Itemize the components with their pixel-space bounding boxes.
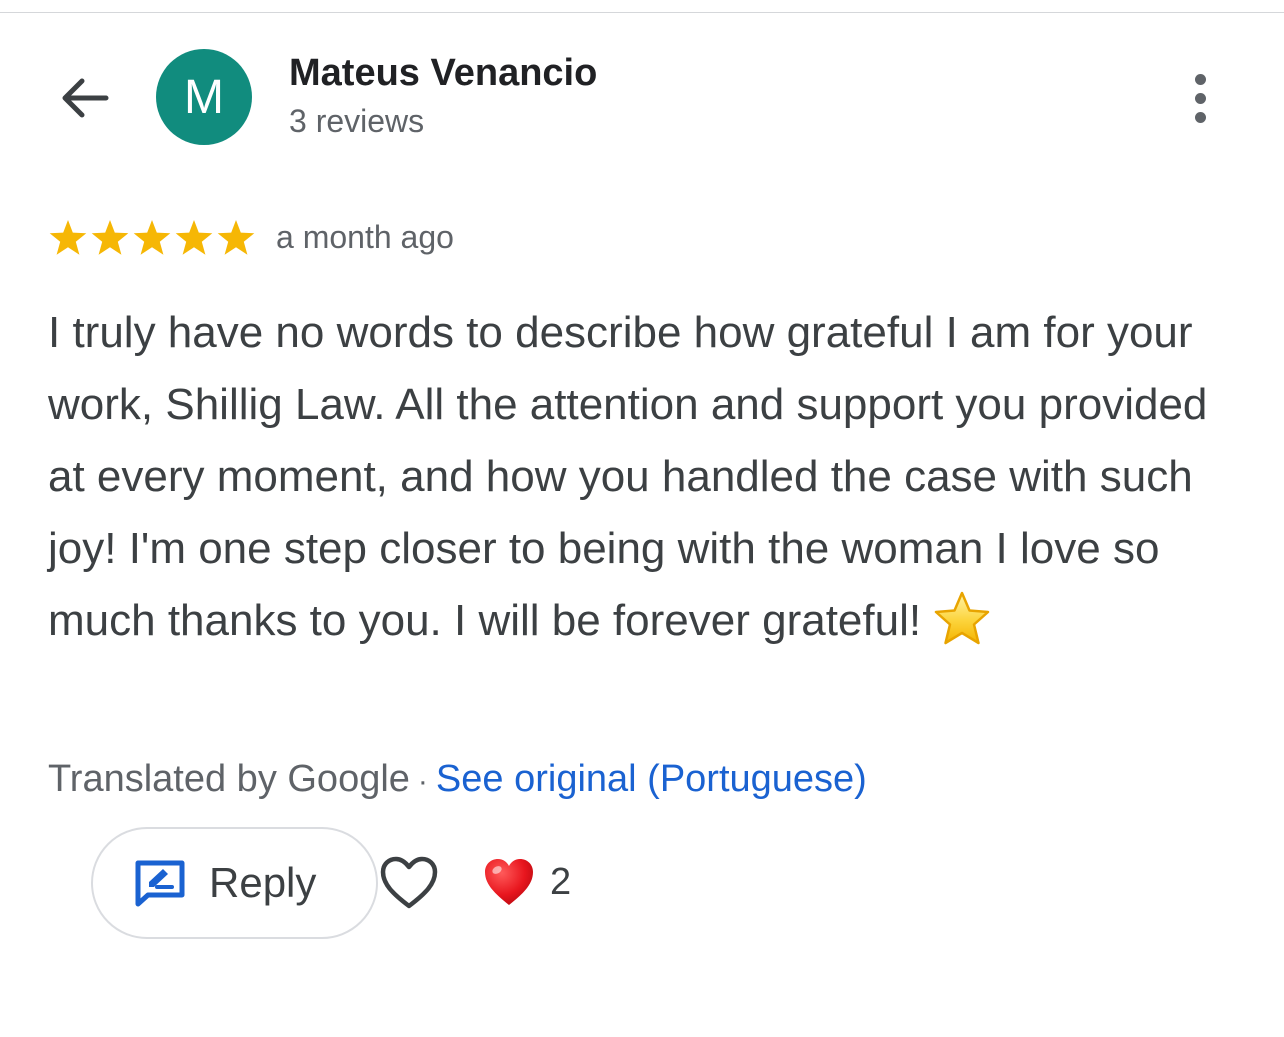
rating-star-icon bbox=[173, 217, 215, 259]
more-options-button[interactable] bbox=[1176, 66, 1224, 130]
reply-button[interactable]: Reply bbox=[91, 827, 378, 939]
review-text: I truly have no words to describe how gr… bbox=[48, 297, 1238, 657]
reaction-summary[interactable]: 2 bbox=[482, 856, 571, 908]
author-review-count[interactable]: 3 reviews bbox=[289, 103, 424, 140]
review-body: I truly have no words to describe how gr… bbox=[48, 308, 1208, 645]
top-divider bbox=[0, 12, 1284, 13]
more-vertical-icon-dot bbox=[1194, 92, 1206, 104]
red-heart-emoji-icon bbox=[485, 859, 533, 905]
translated-by-label: Translated by Google bbox=[48, 758, 410, 800]
translation-row: Translated by Google · See original (Por… bbox=[48, 758, 867, 801]
avatar[interactable]: M bbox=[156, 49, 252, 145]
like-button[interactable] bbox=[378, 853, 440, 913]
more-vertical-icon bbox=[1194, 73, 1206, 85]
author-name[interactable]: Mateus Venancio bbox=[289, 52, 597, 95]
reply-edit-icon bbox=[135, 860, 185, 907]
heart-outline-icon bbox=[380, 856, 438, 909]
rating-star-icon bbox=[89, 217, 131, 259]
star-emoji-icon bbox=[934, 591, 990, 645]
reaction-count: 2 bbox=[550, 860, 572, 903]
review-time: a month ago bbox=[276, 219, 454, 255]
more-vertical-icon-dot bbox=[1194, 111, 1206, 123]
see-original-link[interactable]: See original (Portuguese) bbox=[436, 758, 867, 801]
back-button[interactable] bbox=[54, 70, 114, 126]
reply-label: Reply bbox=[209, 859, 317, 906]
rating-star-icon bbox=[47, 217, 89, 259]
separator-dot: · bbox=[417, 765, 428, 798]
rating-star-icon bbox=[131, 217, 173, 259]
rating-star-icon bbox=[215, 217, 257, 259]
avatar-letter: M bbox=[184, 70, 224, 124]
star-rating bbox=[47, 217, 257, 259]
arrow-back-icon bbox=[62, 78, 109, 118]
